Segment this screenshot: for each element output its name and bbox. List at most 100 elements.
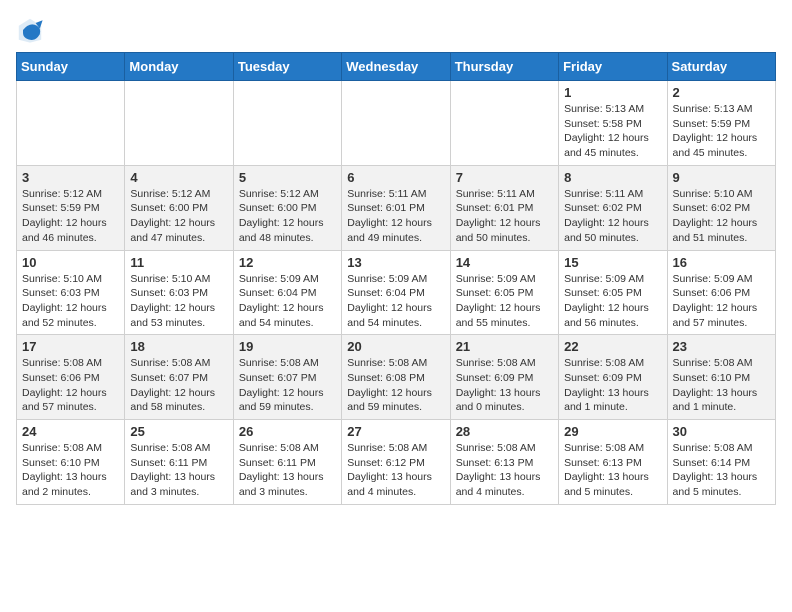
calendar-cell: 14Sunrise: 5:09 AM Sunset: 6:05 PM Dayli… — [450, 250, 558, 335]
header-day-sunday: Sunday — [17, 53, 125, 81]
calendar-cell: 10 Sunrise: 5:10 AM Sunset: 6:03 PM Dayli… — [17, 250, 125, 335]
calendar-cell — [342, 81, 450, 166]
day-info: Sunrise: 5:08 AM Sunset: 6:07 PM Dayligh… — [130, 356, 227, 415]
calendar-cell: 21 Sunrise: 5:08 AM Sunset: 6:09 PM Dayli… — [450, 335, 558, 420]
calendar-cell: 12 Sunrise: 5:09 AM Sunset: 6:04 PM Dayli… — [233, 250, 341, 335]
day-number: 16 — [673, 255, 770, 270]
day-number: 6 — [347, 170, 444, 185]
day-info: Sunrise: 5:08 AM Sunset: 6:12 PM Dayligh… — [347, 441, 444, 500]
calendar-cell: 29 Sunrise: 5:08 AM Sunset: 6:13 PM Dayli… — [559, 420, 667, 505]
header-row: SundayMondayTuesdayWednesdayThursdayFrid… — [17, 53, 776, 81]
calendar-cell: 5 Sunrise: 5:12 AM Sunset: 6:00 PM Daylig… — [233, 165, 341, 250]
day-number: 27 — [347, 424, 444, 439]
day-info: Sunrise: 5:11 AM Sunset: 6:01 PM Dayligh… — [347, 187, 444, 246]
week-row-4: 17 Sunrise: 5:08 AM Sunset: 6:06 PM Dayli… — [17, 335, 776, 420]
calendar-cell — [450, 81, 558, 166]
day-info: Sunrise: 5:12 AM Sunset: 6:00 PM Dayligh… — [239, 187, 336, 246]
day-info: Sunrise: 5:10 AM Sunset: 6:03 PM Dayligh… — [22, 272, 119, 331]
week-row-5: 24 Sunrise: 5:08 AM Sunset: 6:10 PM Dayli… — [17, 420, 776, 505]
calendar-cell: 13 Sunrise: 5:09 AM Sunset: 6:04 PM Dayli… — [342, 250, 450, 335]
day-number: 9 — [673, 170, 770, 185]
calendar-cell: 7 Sunrise: 5:11 AM Sunset: 6:01 PM Daylig… — [450, 165, 558, 250]
day-number: 11 — [130, 255, 227, 270]
day-number: 1 — [564, 85, 661, 100]
calendar-cell: 28Sunrise: 5:08 AM Sunset: 6:13 PM Dayli… — [450, 420, 558, 505]
day-number: 7 — [456, 170, 553, 185]
day-number: 20 — [347, 339, 444, 354]
calendar-body: 1 Sunrise: 5:13 AM Sunset: 5:58 PM Daylig… — [17, 81, 776, 505]
calendar-cell: 6 Sunrise: 5:11 AM Sunset: 6:01 PM Daylig… — [342, 165, 450, 250]
calendar-cell: 24 Sunrise: 5:08 AM Sunset: 6:10 PM Dayli… — [17, 420, 125, 505]
day-number: 24 — [22, 424, 119, 439]
day-number: 28 — [456, 424, 553, 439]
day-info: Sunrise: 5:08 AM Sunset: 6:09 PM Dayligh… — [456, 356, 553, 415]
day-number: 29 — [564, 424, 661, 439]
day-info: Sunrise: 5:13 AM Sunset: 5:58 PM Dayligh… — [564, 102, 661, 161]
calendar-cell: 30 Sunrise: 5:08 AM Sunset: 6:14 PM Dayli… — [667, 420, 775, 505]
day-number: 8 — [564, 170, 661, 185]
day-info: Sunrise: 5:10 AM Sunset: 6:03 PM Dayligh… — [130, 272, 227, 331]
day-info: Sunrise: 5:08 AM Sunset: 6:09 PM Dayligh… — [564, 356, 661, 415]
day-number: 22 — [564, 339, 661, 354]
logo-icon — [16, 16, 44, 44]
day-info: Sunrise: 5:09 AM Sunset: 6:04 PM Dayligh… — [239, 272, 336, 331]
calendar-cell — [233, 81, 341, 166]
day-info: Sunrise: 5:13 AM Sunset: 5:59 PM Dayligh… — [673, 102, 770, 161]
day-info: Sunrise: 5:12 AM Sunset: 5:59 PM Dayligh… — [22, 187, 119, 246]
calendar-cell: 4Sunrise: 5:12 AM Sunset: 6:00 PM Daylig… — [125, 165, 233, 250]
calendar-cell: 20 Sunrise: 5:08 AM Sunset: 6:08 PM Dayli… — [342, 335, 450, 420]
calendar-cell: 26Sunrise: 5:08 AM Sunset: 6:11 PM Dayli… — [233, 420, 341, 505]
day-number: 2 — [673, 85, 770, 100]
day-number: 21 — [456, 339, 553, 354]
calendar-header: SundayMondayTuesdayWednesdayThursdayFrid… — [17, 53, 776, 81]
logo — [16, 16, 48, 44]
calendar-cell: 16 Sunrise: 5:09 AM Sunset: 6:06 PM Dayli… — [667, 250, 775, 335]
week-row-3: 10 Sunrise: 5:10 AM Sunset: 6:03 PM Dayli… — [17, 250, 776, 335]
header-day-thursday: Thursday — [450, 53, 558, 81]
day-info: Sunrise: 5:08 AM Sunset: 6:08 PM Dayligh… — [347, 356, 444, 415]
calendar-cell: 25Sunrise: 5:08 AM Sunset: 6:11 PM Dayli… — [125, 420, 233, 505]
day-number: 12 — [239, 255, 336, 270]
calendar-table: SundayMondayTuesdayWednesdayThursdayFrid… — [16, 52, 776, 505]
day-info: Sunrise: 5:09 AM Sunset: 6:05 PM Dayligh… — [564, 272, 661, 331]
day-number: 13 — [347, 255, 444, 270]
day-info: Sunrise: 5:08 AM Sunset: 6:11 PM Dayligh… — [130, 441, 227, 500]
calendar-cell: 17 Sunrise: 5:08 AM Sunset: 6:06 PM Dayli… — [17, 335, 125, 420]
calendar-cell: 8 Sunrise: 5:11 AM Sunset: 6:02 PM Daylig… — [559, 165, 667, 250]
day-info: Sunrise: 5:08 AM Sunset: 6:11 PM Dayligh… — [239, 441, 336, 500]
calendar-cell: 18Sunrise: 5:08 AM Sunset: 6:07 PM Dayli… — [125, 335, 233, 420]
day-info: Sunrise: 5:09 AM Sunset: 6:06 PM Dayligh… — [673, 272, 770, 331]
day-info: Sunrise: 5:08 AM Sunset: 6:10 PM Dayligh… — [22, 441, 119, 500]
calendar-cell: 3Sunrise: 5:12 AM Sunset: 5:59 PM Daylig… — [17, 165, 125, 250]
day-info: Sunrise: 5:11 AM Sunset: 6:02 PM Dayligh… — [564, 187, 661, 246]
day-info: Sunrise: 5:09 AM Sunset: 6:05 PM Dayligh… — [456, 272, 553, 331]
calendar-cell: 15 Sunrise: 5:09 AM Sunset: 6:05 PM Dayli… — [559, 250, 667, 335]
day-info: Sunrise: 5:11 AM Sunset: 6:01 PM Dayligh… — [456, 187, 553, 246]
day-info: Sunrise: 5:09 AM Sunset: 6:04 PM Dayligh… — [347, 272, 444, 331]
header-day-tuesday: Tuesday — [233, 53, 341, 81]
day-number: 10 — [22, 255, 119, 270]
calendar-cell: 11 Sunrise: 5:10 AM Sunset: 6:03 PM Dayli… — [125, 250, 233, 335]
calendar-cell: 1 Sunrise: 5:13 AM Sunset: 5:58 PM Daylig… — [559, 81, 667, 166]
calendar-cell — [125, 81, 233, 166]
calendar-cell — [17, 81, 125, 166]
day-info: Sunrise: 5:08 AM Sunset: 6:06 PM Dayligh… — [22, 356, 119, 415]
day-number: 15 — [564, 255, 661, 270]
day-number: 23 — [673, 339, 770, 354]
day-info: Sunrise: 5:08 AM Sunset: 6:13 PM Dayligh… — [564, 441, 661, 500]
week-row-1: 1 Sunrise: 5:13 AM Sunset: 5:58 PM Daylig… — [17, 81, 776, 166]
day-number: 30 — [673, 424, 770, 439]
day-info: Sunrise: 5:10 AM Sunset: 6:02 PM Dayligh… — [673, 187, 770, 246]
week-row-2: 3Sunrise: 5:12 AM Sunset: 5:59 PM Daylig… — [17, 165, 776, 250]
calendar-cell: 22 Sunrise: 5:08 AM Sunset: 6:09 PM Dayli… — [559, 335, 667, 420]
calendar-cell: 23Sunrise: 5:08 AM Sunset: 6:10 PM Dayli… — [667, 335, 775, 420]
calendar-cell: 19Sunrise: 5:08 AM Sunset: 6:07 PM Dayli… — [233, 335, 341, 420]
header-day-friday: Friday — [559, 53, 667, 81]
calendar-cell: 9 Sunrise: 5:10 AM Sunset: 6:02 PM Daylig… — [667, 165, 775, 250]
calendar-cell: 2 Sunrise: 5:13 AM Sunset: 5:59 PM Daylig… — [667, 81, 775, 166]
day-number: 17 — [22, 339, 119, 354]
header-day-monday: Monday — [125, 53, 233, 81]
day-number: 5 — [239, 170, 336, 185]
day-info: Sunrise: 5:08 AM Sunset: 6:14 PM Dayligh… — [673, 441, 770, 500]
day-number: 4 — [130, 170, 227, 185]
